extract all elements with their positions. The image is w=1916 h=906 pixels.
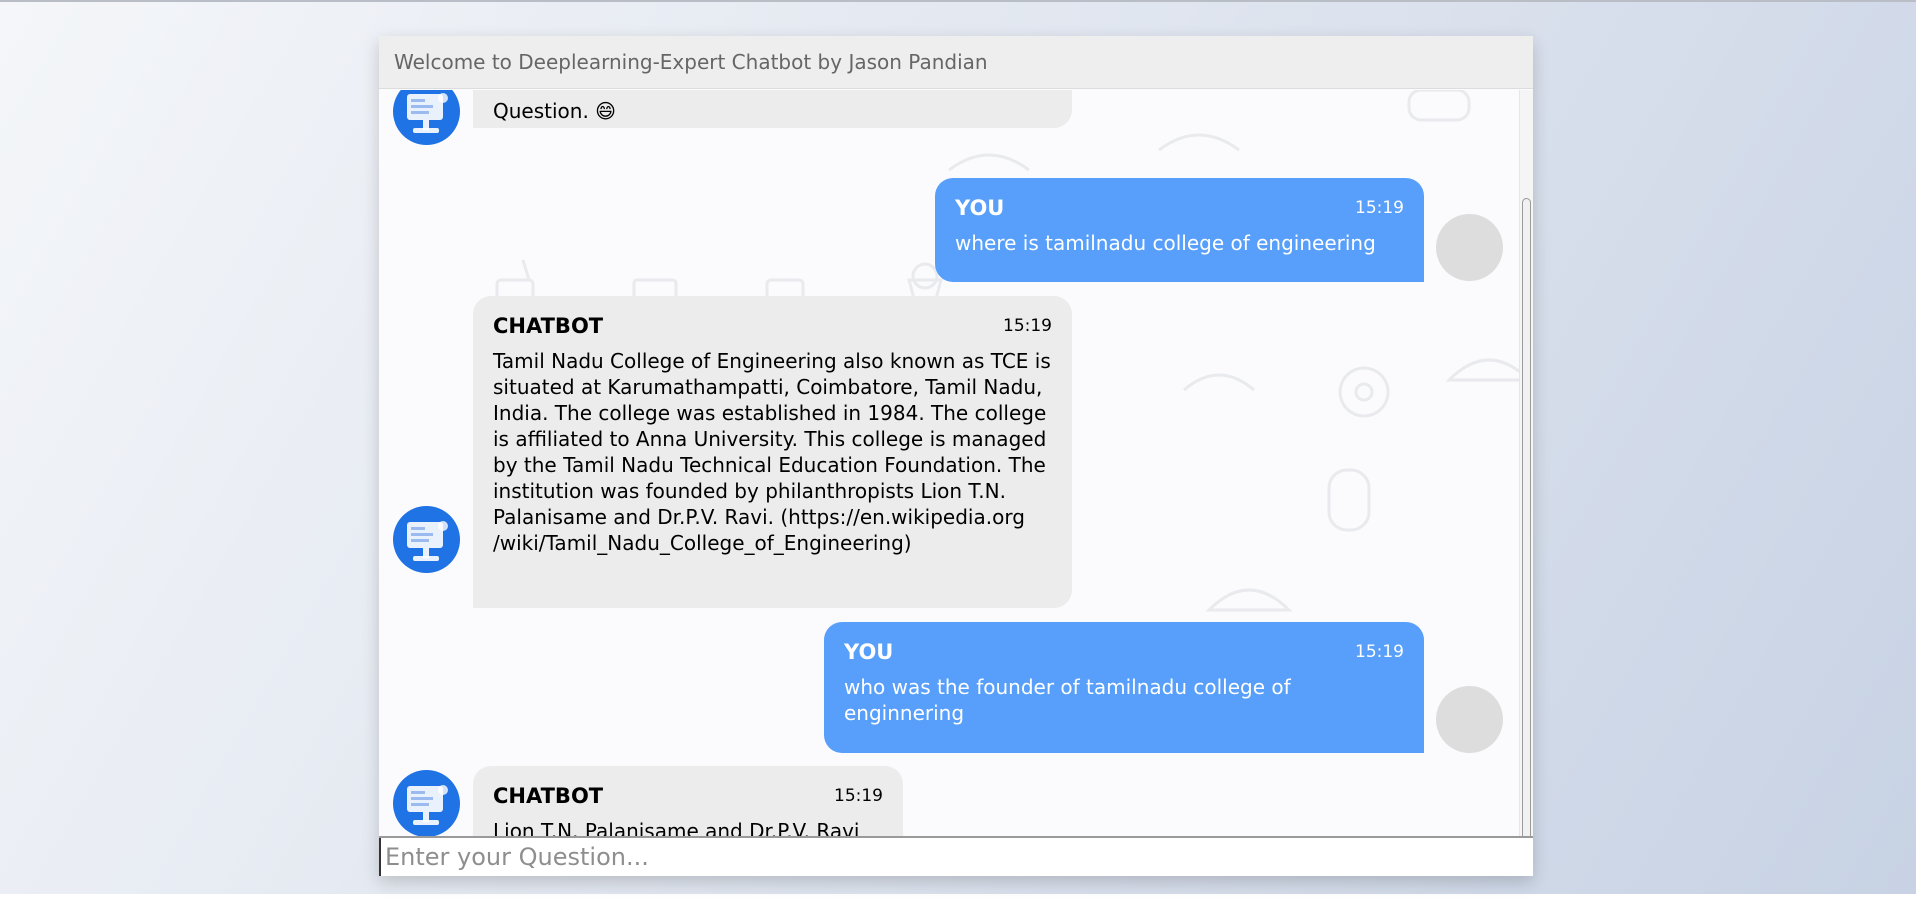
top-border [0, 0, 1916, 2]
message-sender: YOU [955, 196, 1005, 220]
question-input[interactable] [379, 838, 1533, 876]
message-text: Tamil Nadu College of Engineering also k… [493, 349, 1051, 555]
chatbot-message-partial: Question. 😄 [473, 90, 1072, 128]
chat-scrollbar[interactable] [1519, 90, 1533, 872]
message-sender: CHATBOT [493, 784, 604, 808]
message-text: Question. 😄 [493, 99, 617, 123]
chatbot-message: CHATBOT 15:19 Tamil Nadu College of Engi… [473, 296, 1072, 608]
message-sender: YOU [844, 640, 894, 664]
message-time: 15:19 [1355, 642, 1404, 662]
chat-header-title: Welcome to Deeplearning-Expert Chatbot b… [379, 36, 1533, 89]
message-text: where is tamilnadu college of engineerin… [955, 231, 1376, 255]
user-avatar [1436, 686, 1503, 753]
user-avatar [1436, 214, 1503, 281]
message-time: 15:19 [1355, 198, 1404, 218]
message-sender: CHATBOT [493, 314, 604, 338]
scrollbar-thumb[interactable] [1522, 198, 1531, 862]
chat-messages[interactable]: Question. 😄 YOU 15:19 where is tamilnadu… [379, 90, 1533, 872]
chat-window: Welcome to Deeplearning-Expert Chatbot b… [379, 36, 1533, 876]
user-message: YOU 15:19 who was the founder of tamilna… [824, 622, 1424, 753]
message-time: 15:19 [1003, 316, 1052, 336]
chatbot-avatar [393, 506, 460, 573]
message-time: 15:19 [834, 786, 883, 806]
chatbot-avatar [393, 770, 460, 837]
message-text: who was the founder of tamilnadu college… [844, 675, 1291, 725]
input-area [379, 836, 1533, 876]
user-message: YOU 15:19 where is tamilnadu college of … [935, 178, 1424, 282]
bottom-band [0, 894, 1916, 906]
